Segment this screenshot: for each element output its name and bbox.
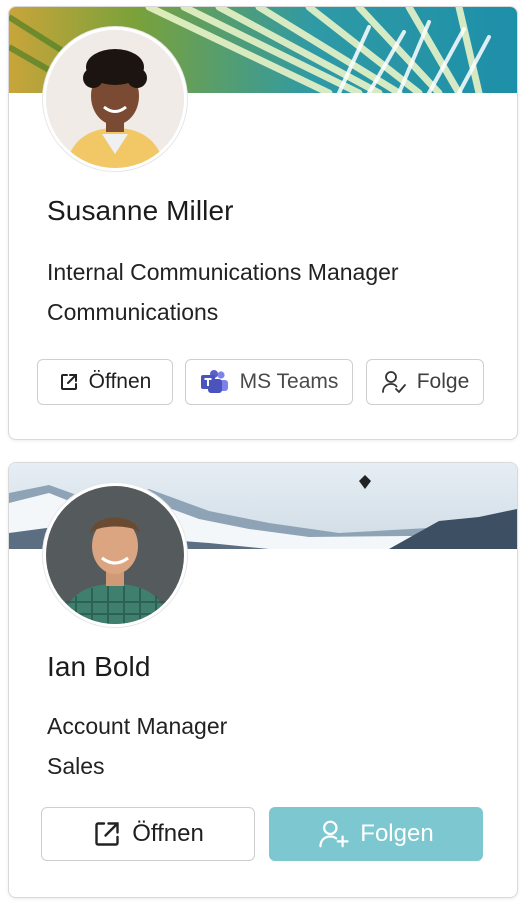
profile-department: Sales — [47, 753, 105, 779]
open-button-label: Öffnen — [132, 820, 204, 847]
profile-name: Susanne Miller — [47, 195, 234, 226]
profile-card-ian: Ian Bold Account Manager Sales Öffnen Fo… — [8, 462, 518, 898]
follow-button-label: Folgen — [360, 820, 434, 847]
follow-button[interactable]: Folgen — [269, 807, 483, 861]
profile-card-susanne: Susanne Miller Internal Communications M… — [8, 6, 518, 440]
ms-teams-icon — [200, 370, 230, 394]
ms-teams-button-label: MS Teams — [239, 370, 339, 393]
avatar-susanne — [43, 27, 187, 171]
profile-job-title: Internal Communications Manager — [47, 259, 399, 285]
profile-department: Communications — [47, 299, 219, 325]
follow-button[interactable]: Folge — [366, 359, 484, 405]
external-link-icon — [59, 372, 79, 392]
ms-teams-button[interactable]: MS Teams — [185, 359, 353, 405]
open-profile-button[interactable]: Öffnen — [37, 359, 173, 405]
profile-job-title: Account Manager — [47, 713, 228, 739]
open-profile-button[interactable]: Öffnen — [41, 807, 255, 861]
avatar-ian — [43, 483, 187, 627]
profile-name: Ian Bold — [47, 651, 151, 682]
open-button-label: Öffnen — [88, 370, 152, 393]
external-link-icon — [92, 819, 122, 849]
follow-button-label: Folge — [416, 370, 470, 393]
person-add-icon — [318, 819, 350, 849]
person-check-icon — [381, 370, 407, 394]
